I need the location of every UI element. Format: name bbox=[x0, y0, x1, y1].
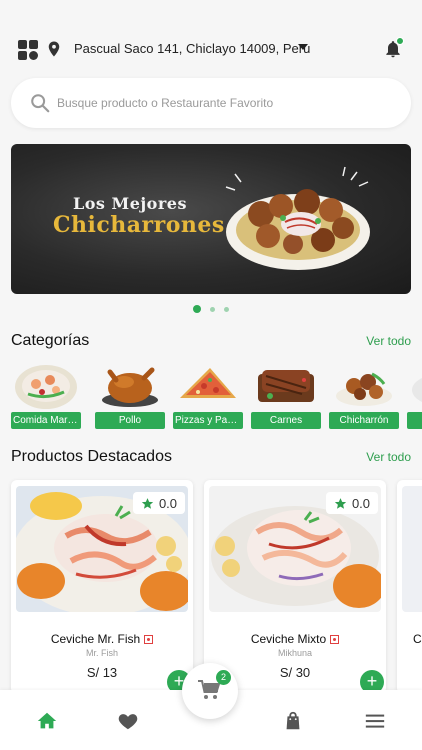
menu-icon[interactable] bbox=[364, 710, 386, 732]
location-pin-icon bbox=[48, 41, 60, 57]
product-name: C bbox=[413, 632, 422, 646]
cart-button[interactable]: 2 bbox=[182, 663, 238, 719]
categories-list: Comida Marina Pollo Pizzas y Pastas Carn… bbox=[11, 360, 422, 432]
grilled-meat-image bbox=[258, 370, 314, 402]
category-label: Pollo bbox=[95, 412, 165, 429]
banner-title-line2: Chicharrones bbox=[53, 212, 225, 238]
product-name-text: Ceviche Mixto bbox=[250, 632, 327, 646]
dish-image bbox=[412, 378, 422, 402]
category-item-comida-marina[interactable]: Comida Marina bbox=[11, 360, 81, 430]
delivery-address[interactable]: Pascual Saco 141, Chiclayo 14009, Peru bbox=[74, 41, 310, 56]
product-image bbox=[402, 486, 422, 612]
red-square-icon bbox=[330, 635, 340, 645]
product-name: Ceviche Mixto bbox=[204, 632, 386, 646]
rating-badge: 0.0 bbox=[133, 492, 185, 514]
categories-see-all-link[interactable]: Ver todo bbox=[366, 334, 411, 348]
notification-dot bbox=[396, 37, 404, 45]
chicharron-plate-image bbox=[225, 166, 370, 270]
star-icon bbox=[334, 497, 347, 509]
search-icon bbox=[31, 94, 50, 113]
categories-title: Categorías bbox=[11, 332, 90, 349]
category-label: Comida Marina bbox=[11, 412, 81, 429]
category-label: Chicharrón bbox=[329, 412, 399, 429]
banner-title-line1: Los Mejores bbox=[73, 194, 187, 213]
product-name: Ceviche Mr. Fish bbox=[11, 632, 193, 646]
category-item-pollo[interactable]: Pollo bbox=[95, 360, 165, 430]
category-label bbox=[407, 412, 422, 429]
product-name-text: Ceviche Mr. Fish bbox=[50, 632, 141, 646]
heart-icon[interactable] bbox=[117, 710, 139, 732]
banner-pagination bbox=[0, 305, 422, 313]
pagination-dot[interactable] bbox=[224, 306, 229, 312]
star-icon bbox=[141, 497, 154, 509]
featured-products-title: Productos Destacados bbox=[11, 448, 172, 465]
product-card-partial[interactable]: C bbox=[397, 480, 422, 694]
category-label: Pizzas y Pastas bbox=[173, 412, 243, 429]
category-label: Carnes bbox=[251, 412, 321, 429]
category-item-next[interactable] bbox=[407, 360, 422, 430]
category-item-carnes[interactable]: Carnes bbox=[251, 360, 321, 430]
featured-products-see-all-link[interactable]: Ver todo bbox=[366, 450, 411, 464]
product-price: S/ 13 bbox=[86, 665, 118, 680]
category-item-pizzas-y-pastas[interactable]: Pizzas y Pastas bbox=[173, 360, 243, 430]
rating-value: 0.0 bbox=[351, 495, 371, 511]
pagination-dot-active[interactable] bbox=[193, 305, 201, 313]
chicharron-image bbox=[336, 372, 392, 406]
pagination-dot[interactable] bbox=[210, 306, 215, 312]
seafood-dish-image bbox=[15, 365, 77, 409]
dropdown-caret-icon[interactable] bbox=[298, 44, 308, 50]
grid-icon[interactable] bbox=[18, 40, 38, 60]
product-card[interactable]: 0.0 Ceviche Mixto Mikhuna S/ 30 + bbox=[204, 480, 386, 694]
rating-badge: 0.0 bbox=[326, 492, 378, 514]
rating-value: 0.0 bbox=[158, 495, 178, 511]
search-bar bbox=[11, 78, 411, 128]
roast-chicken-image bbox=[102, 367, 158, 407]
category-item-chicharron[interactable]: Chicharrón bbox=[329, 360, 399, 430]
shopping-bag-icon[interactable] bbox=[282, 710, 304, 732]
restaurant-name: Mr. Fish bbox=[85, 648, 118, 658]
home-icon[interactable] bbox=[36, 710, 58, 732]
top-bar: Pascual Saco 141, Chiclayo 14009, Peru bbox=[0, 0, 422, 78]
cart-count-badge: 2 bbox=[216, 670, 231, 685]
search-input[interactable] bbox=[57, 78, 397, 128]
product-card[interactable]: 0.0 Ceviche Mr. Fish Mr. Fish S/ 13 + bbox=[11, 480, 193, 694]
restaurant-name: Mikhuna bbox=[277, 648, 313, 658]
promo-banner[interactable]: Los Mejores Chicharrones bbox=[11, 144, 411, 294]
pizza-image bbox=[180, 368, 236, 398]
red-square-icon bbox=[144, 635, 154, 645]
